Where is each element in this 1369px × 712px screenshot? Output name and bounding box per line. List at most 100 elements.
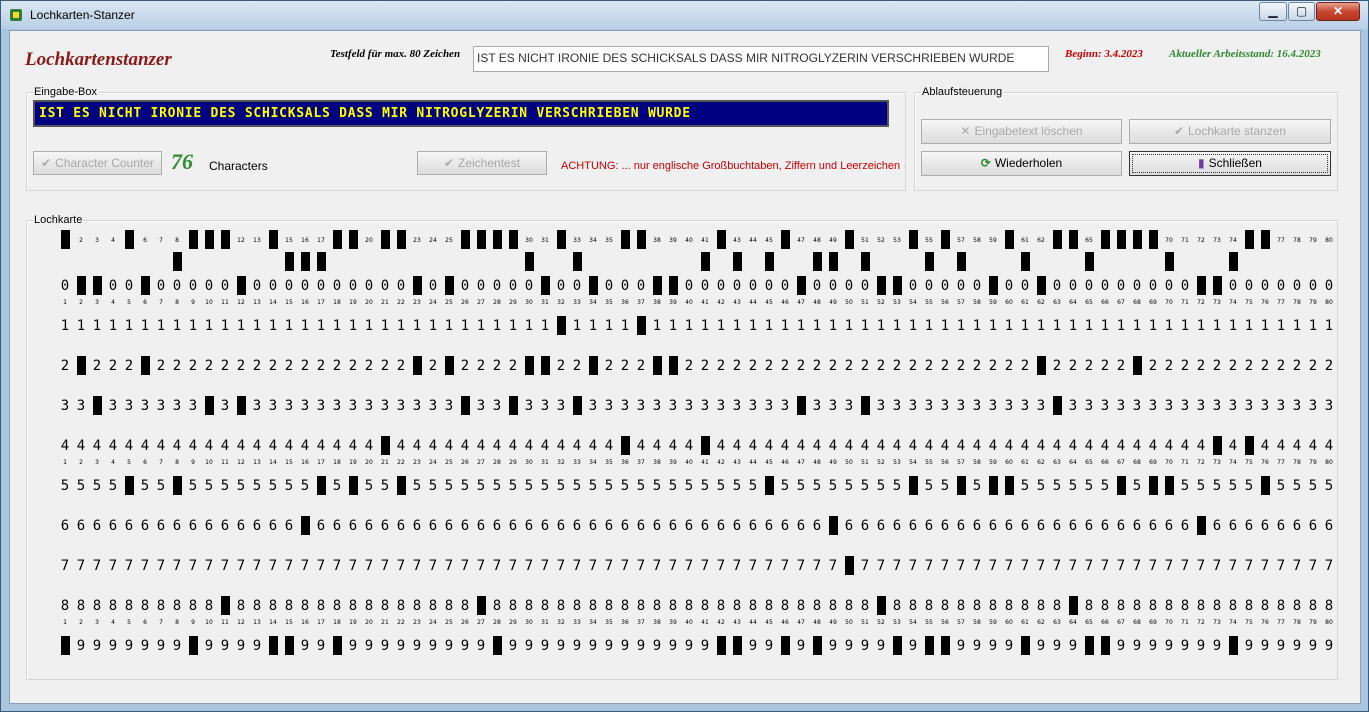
- digit-label: 8: [525, 598, 533, 614]
- digit-label: 5: [605, 478, 613, 494]
- column-number: 70: [1165, 237, 1173, 244]
- digit-label: 1: [77, 318, 85, 334]
- punch-hole: [941, 230, 950, 249]
- column-number: 16: [301, 237, 309, 244]
- digit-label: 0: [1117, 278, 1125, 294]
- column-number: 41: [701, 299, 709, 306]
- digit-label: 6: [1165, 518, 1173, 534]
- digit-label: 7: [333, 558, 341, 574]
- digit-label: 1: [541, 318, 549, 334]
- digit-label: 6: [733, 518, 741, 534]
- digit-label: 4: [77, 438, 85, 454]
- digit-label: 4: [605, 438, 613, 454]
- clear-text-button[interactable]: ✕ Eingabetext löschen: [921, 119, 1122, 144]
- digit-label: 7: [813, 558, 821, 574]
- column-number: 27: [477, 619, 485, 626]
- digit-label: 5: [861, 478, 869, 494]
- digit-label: 5: [477, 478, 485, 494]
- column-number: 57: [957, 299, 965, 306]
- digit-label: 5: [733, 478, 741, 494]
- punch-hole: [189, 230, 198, 249]
- punch-hole: [877, 276, 886, 295]
- punch-card-button[interactable]: ✔ Lochkarte stanzen: [1129, 119, 1331, 144]
- digit-label: 1: [477, 318, 485, 334]
- testfield-input[interactable]: IST ES NICHT IRONIE DES SCHICKSALS DASS …: [473, 46, 1049, 72]
- close-window-button[interactable]: ✕: [1316, 2, 1360, 21]
- column-number: 28: [493, 619, 501, 626]
- punch-hole: [1229, 636, 1238, 655]
- column-number: 51: [861, 237, 869, 244]
- column-number: 14: [269, 459, 277, 466]
- punch-hole: [125, 230, 134, 249]
- digit-label: 4: [941, 438, 949, 454]
- digit-label: 6: [685, 518, 693, 534]
- column-number: 24: [429, 619, 437, 626]
- close-icon: ✕: [1332, 4, 1344, 18]
- digit-label: 6: [893, 518, 901, 534]
- repeat-button[interactable]: ⟳ Wiederholen: [921, 151, 1122, 176]
- digit-label: 9: [573, 638, 581, 654]
- column-number: 73: [1213, 619, 1221, 626]
- punch-hole: [413, 356, 422, 375]
- column-number: 33: [573, 459, 581, 466]
- digit-label: 4: [141, 438, 149, 454]
- title-bar[interactable]: Lochkarten-Stanzer ▁ ▢ ✕: [1, 1, 1368, 29]
- digit-label: 9: [509, 638, 517, 654]
- digit-label: 3: [749, 398, 757, 414]
- digit-label: 8: [717, 598, 725, 614]
- digit-label: 4: [189, 438, 197, 454]
- digit-label: 1: [893, 318, 901, 334]
- digit-label: 4: [1101, 438, 1109, 454]
- column-number: 46: [781, 299, 789, 306]
- punch-hole: [781, 230, 790, 249]
- zeichentest-button[interactable]: ✔ Zeichentest: [417, 151, 547, 175]
- digit-label: 3: [925, 398, 933, 414]
- close-app-button[interactable]: ▮ Schließen: [1129, 151, 1331, 176]
- digit-label: 4: [253, 438, 261, 454]
- punch-hole: [893, 276, 902, 295]
- column-number: 13: [253, 299, 261, 306]
- digit-label: 7: [365, 558, 373, 574]
- digit-label: 3: [109, 398, 117, 414]
- digit-label: 4: [1293, 438, 1301, 454]
- digit-label: 1: [925, 318, 933, 334]
- column-number: 22: [397, 299, 405, 306]
- digit-label: 9: [317, 638, 325, 654]
- minimize-button[interactable]: ▁: [1259, 2, 1287, 21]
- column-number: 60: [1005, 459, 1013, 466]
- punch-hole: [1213, 276, 1222, 295]
- digit-label: 6: [157, 518, 165, 534]
- digit-label: 2: [957, 358, 965, 374]
- column-number: 14: [269, 299, 277, 306]
- digit-label: 7: [621, 558, 629, 574]
- digit-label: 8: [413, 598, 421, 614]
- digit-label: 9: [253, 638, 261, 654]
- digit-label: 7: [269, 558, 277, 574]
- column-number: 6: [143, 619, 147, 626]
- digit-label: 8: [1325, 598, 1333, 614]
- digit-label: 9: [173, 638, 181, 654]
- column-number: 71: [1181, 237, 1189, 244]
- digit-label: 4: [285, 438, 293, 454]
- digit-label: 6: [413, 518, 421, 534]
- digit-label: 9: [653, 638, 661, 654]
- punch-hole: [1245, 230, 1254, 249]
- character-counter-button[interactable]: ✔ Character Counter: [33, 151, 162, 175]
- digit-label: 1: [61, 318, 69, 334]
- digit-label: 6: [77, 518, 85, 534]
- punch-hole: [349, 230, 358, 249]
- warning-text: ACHTUNG: ... nur englische Großbuchtaben…: [561, 160, 901, 172]
- eingabe-input[interactable]: IST ES NICHT IRONIE DES SCHICKSALS DASS …: [33, 100, 889, 127]
- digit-label: 2: [237, 358, 245, 374]
- column-number: 46: [781, 619, 789, 626]
- digit-label: 0: [477, 278, 485, 294]
- column-number: 66: [1101, 619, 1109, 626]
- digit-label: 6: [189, 518, 197, 534]
- digit-label: 9: [589, 638, 597, 654]
- digit-label: 7: [141, 558, 149, 574]
- digit-label: 2: [861, 358, 869, 374]
- digit-label: 7: [957, 558, 965, 574]
- maximize-button[interactable]: ▢: [1288, 2, 1315, 21]
- digit-label: 8: [1101, 598, 1109, 614]
- column-number: 53: [893, 299, 901, 306]
